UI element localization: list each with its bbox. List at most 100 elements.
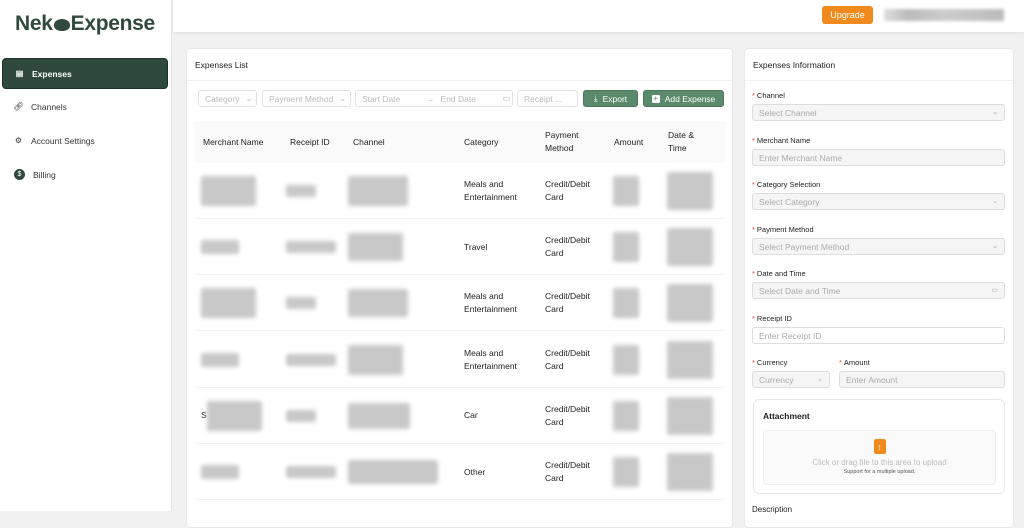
merchant-cell: S	[201, 388, 262, 444]
payment-method-cell: Credit/Debit Card	[545, 347, 590, 371]
user-menu[interactable]	[884, 9, 1004, 21]
redacted-cell	[667, 332, 713, 388]
redacted-cell	[613, 388, 639, 444]
table-row[interactable]: Travel Credit/Debit Card	[195, 219, 725, 276]
channel-select[interactable]: Select Channel ⌄	[752, 104, 1005, 121]
category-label: * Category Selection	[752, 180, 821, 189]
redacted-cell	[348, 163, 408, 219]
payment-method-cell: Credit/Debit Card	[545, 179, 590, 202]
redacted-cell	[348, 332, 403, 388]
column-header[interactable]: Category	[464, 121, 499, 163]
merchant-name-input[interactable]: Enter Merchant Name	[752, 149, 1005, 166]
export-button[interactable]: ⤓ Export	[583, 90, 638, 107]
redacted-cell	[613, 332, 639, 388]
redacted-cell	[286, 163, 316, 219]
merchant-cell	[201, 163, 256, 219]
date-time-picker[interactable]: Select Date and Time ▭	[752, 282, 1005, 299]
column-header[interactable]: Amount	[614, 121, 643, 163]
chevron-down-icon: ⌄	[245, 93, 253, 103]
payment-method-select[interactable]: Select Payment Method ⌄	[752, 238, 1005, 255]
table-row[interactable]: S Car Credit/Debit Card	[195, 388, 725, 444]
column-header[interactable]: Channel	[353, 121, 385, 163]
redacted-cell	[667, 163, 713, 219]
chevron-down-icon: ⌄	[817, 376, 823, 383]
logo-text: Expense	[70, 12, 156, 35]
table-row[interactable]: Other Credit/Debit Card	[195, 444, 725, 500]
upgrade-button[interactable]: Upgrade	[822, 6, 873, 24]
category-cell: Meals and Entertainment	[464, 179, 517, 202]
redacted-cell	[613, 163, 639, 219]
merchant-cell	[201, 219, 239, 275]
redacted-cell	[286, 388, 316, 444]
end-date: End Date	[440, 93, 476, 104]
filter-placeholder: Receipt ...	[524, 93, 563, 104]
upload-dropzone[interactable]: ↑ Click or drag file to this area to upl…	[763, 430, 996, 485]
chevron-down-icon: ⌄	[992, 109, 998, 116]
receipt-id-label: * Receipt ID	[752, 314, 792, 323]
column-header[interactable]: Merchant Name	[203, 121, 263, 163]
sidebar-item-expenses[interactable]: ▤ Expenses	[2, 58, 168, 89]
add-expense-button[interactable]: + Add Expense	[643, 90, 724, 107]
attachment-title: Attachment	[763, 411, 810, 421]
sidebar-item-channels[interactable]: 🔗︎ Channels	[2, 91, 168, 122]
column-header[interactable]: Receipt ID	[290, 121, 330, 163]
attachment-section: Attachment ↑ Click or drag file to this …	[753, 399, 1005, 494]
redacted-cell	[667, 444, 713, 500]
button-label: Export	[602, 93, 628, 104]
filter-placeholder: Category	[205, 93, 240, 104]
dollar-icon: $	[14, 169, 25, 180]
upload-text: Click or drag file to this area to uploa…	[812, 458, 947, 467]
category-cell: Car	[464, 410, 478, 421]
amount-input[interactable]: Enter Amount	[839, 371, 1005, 388]
date-range-filter[interactable]: Start Date → End Date ▭	[355, 90, 513, 107]
receipt-id-input[interactable]: Enter Receipt ID	[752, 327, 1005, 344]
logo-text: Nek	[15, 12, 53, 35]
chevron-down-icon: ⌄	[992, 243, 998, 250]
sidebar-item-billing[interactable]: $ Billing	[2, 159, 168, 190]
download-icon: ⤓	[593, 93, 598, 103]
date-time-label: * Date and Time	[752, 269, 806, 278]
table-row[interactable]: Meals and Entertainment Credit/Debit Card	[195, 275, 725, 332]
payment-method-cell: Credit/Debit Card	[545, 403, 590, 427]
redacted-cell	[348, 275, 408, 331]
filter-placeholder: Payment Method	[269, 93, 334, 104]
merchant-label: * Merchant Name	[752, 136, 811, 145]
category-filter[interactable]: Category ⌄	[198, 90, 257, 107]
category-cell: Travel	[464, 241, 488, 252]
category-cell: Meals and Entertainment	[464, 347, 517, 371]
column-header[interactable]: Date & Time	[668, 121, 708, 163]
table-row[interactable]: Meals and Entertainment Credit/Debit Card	[195, 163, 725, 219]
description-label: Description	[752, 505, 793, 514]
calendar-icon: ▭	[991, 287, 998, 294]
plus-square-icon: +	[651, 93, 660, 103]
upload-hint: Support for a multiple upload.	[843, 469, 916, 475]
card-title: Expenses List	[195, 60, 248, 70]
payment-method-filter[interactable]: Payment Method ⌄	[262, 90, 351, 107]
table-row[interactable]: Meals and Entertainment Credit/Debit Card	[195, 332, 725, 388]
redacted-cell	[667, 219, 713, 275]
redacted-cell	[286, 219, 336, 275]
table-header: Merchant Name Receipt ID Channel Categor…	[195, 121, 725, 163]
sidebar-item-account-settings[interactable]: ⚙ Account Settings	[2, 125, 168, 156]
merchant-cell	[201, 275, 256, 331]
payment-method-cell: Credit/Debit Card	[545, 291, 590, 315]
receipt-filter[interactable]: Receipt ...	[517, 90, 578, 107]
divider	[187, 80, 732, 81]
category-select[interactable]: Select Category ⌄	[752, 193, 1005, 210]
merchant-cell	[201, 332, 239, 388]
redacted-cell	[667, 275, 713, 331]
redacted-cell	[613, 275, 639, 331]
button-label: Add Expense	[664, 93, 716, 104]
chevron-down-icon: ⌄	[339, 93, 347, 103]
column-header[interactable]: Payment Method	[545, 121, 595, 163]
sidebar-item-label: Channels	[31, 101, 67, 112]
category-cell: Other	[464, 466, 486, 477]
arrow-right-icon: →	[426, 93, 435, 104]
redacted-cell	[667, 388, 713, 444]
redacted-cell	[348, 219, 403, 275]
redacted-cell	[286, 275, 316, 331]
calendar-icon: ▭	[502, 93, 511, 103]
category-cell: Meals and Entertainment	[464, 291, 517, 315]
redacted-cell	[613, 444, 639, 500]
currency-select[interactable]: Currency ⌄	[752, 371, 830, 388]
